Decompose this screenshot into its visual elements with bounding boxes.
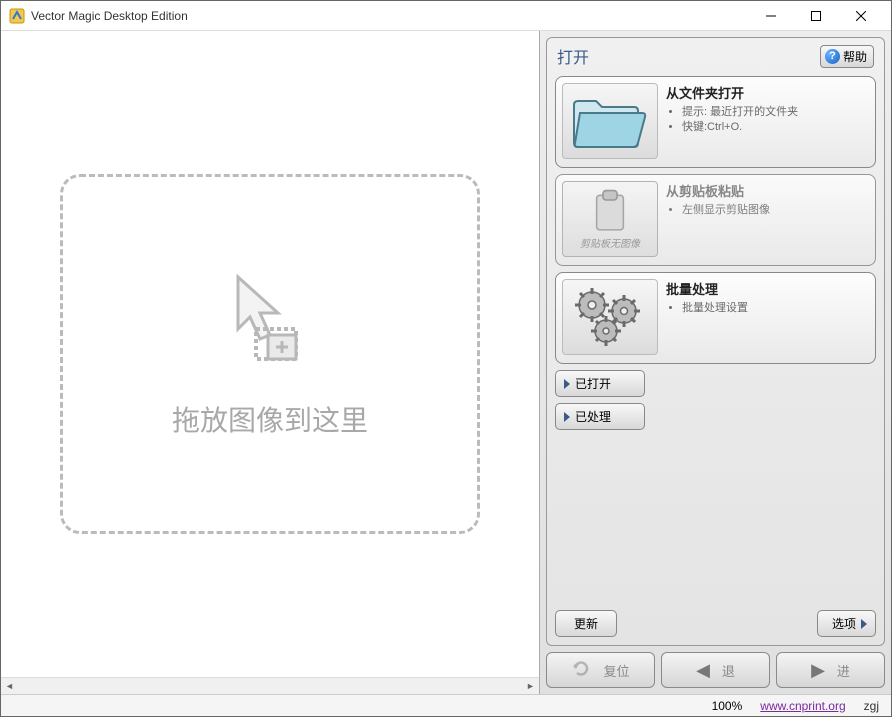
dropzone-label: 拖放图像到这里	[172, 399, 368, 439]
clipboard-icon: 剪贴板无图像	[562, 181, 658, 257]
help-icon: ?	[825, 49, 840, 64]
panel-title: 打开	[557, 44, 589, 68]
panel-footer: 更新 选项	[555, 608, 876, 637]
panel-header: 打开 ? 帮助	[555, 44, 876, 70]
status-link[interactable]: www.cnprint.org	[760, 699, 845, 713]
folder-icon	[562, 83, 658, 159]
triangle-right-icon: ▶	[811, 660, 825, 681]
chevron-right-icon	[564, 379, 570, 389]
horizontal-scrollbar[interactable]: ◄ ►	[1, 677, 539, 694]
opened-toggle[interactable]: 已打开	[555, 370, 645, 397]
clipboard-sub: 左侧显示剪贴图像	[682, 203, 869, 218]
batch-sub: 批量处理设置	[682, 301, 869, 316]
reset-button[interactable]: 复位	[546, 652, 655, 688]
folder-hint: 提示: 最近打开的文件夹	[682, 105, 869, 120]
opened-label: 已打开	[575, 375, 611, 392]
clipboard-title: 从剪贴板粘贴	[666, 181, 869, 200]
folder-title: 从文件夹打开	[666, 83, 869, 102]
batch-title: 批量处理	[666, 279, 869, 298]
back-button[interactable]: ◀ 退	[661, 652, 770, 688]
forward-label: 进	[837, 661, 850, 680]
options-label: 选项	[832, 615, 856, 632]
body: 拖放图像到这里 ◄ ► 打开 ? 帮助	[1, 31, 891, 694]
help-label: 帮助	[843, 48, 867, 65]
app-window: Vector Magic Desktop Edition 拖放图像到这里	[0, 0, 892, 717]
app-icon	[9, 8, 25, 24]
titlebar: Vector Magic Desktop Edition	[1, 1, 891, 31]
sidebar: 打开 ? 帮助 从文件夹打开	[540, 31, 891, 694]
minimize-button[interactable]	[748, 1, 793, 30]
maximize-button[interactable]	[793, 1, 838, 30]
main-area: 拖放图像到这里 ◄ ►	[1, 31, 540, 694]
statusbar: 100% www.cnprint.org zgj	[1, 694, 891, 716]
chevron-right-icon	[564, 412, 570, 422]
open-from-folder-card[interactable]: 从文件夹打开 提示: 最近打开的文件夹 快键:Ctrl+O.	[555, 76, 876, 168]
zoom-level: 100%	[712, 699, 743, 713]
clipboard-thumb-caption: 剪贴板无图像	[580, 235, 640, 250]
nav-row: 复位 ◀ 退 ▶ 进	[546, 652, 885, 688]
processed-label: 已处理	[575, 408, 611, 425]
window-controls	[748, 1, 883, 30]
main-content: 拖放图像到这里	[1, 31, 539, 677]
cursor-drop-icon	[220, 269, 320, 369]
clipboard-info: 从剪贴板粘贴 左侧显示剪贴图像	[666, 181, 869, 259]
scroll-left-icon[interactable]: ◄	[1, 678, 18, 695]
scroll-right-icon[interactable]: ►	[522, 678, 539, 695]
back-label: 退	[722, 661, 735, 680]
paste-from-clipboard-card[interactable]: 剪贴板无图像 从剪贴板粘贴 左侧显示剪贴图像	[555, 174, 876, 266]
gears-icon	[562, 279, 658, 355]
options-button[interactable]: 选项	[817, 610, 876, 637]
close-button[interactable]	[838, 1, 883, 30]
folder-shortcut: 快键:Ctrl+O.	[682, 120, 869, 135]
triangle-left-icon: ◀	[696, 660, 710, 681]
chevron-right-icon	[861, 619, 867, 629]
processed-toggle[interactable]: 已处理	[555, 403, 645, 430]
reset-label: 复位	[603, 661, 629, 680]
batch-info: 批量处理 批量处理设置	[666, 279, 869, 357]
help-button[interactable]: ? 帮助	[820, 45, 874, 68]
undo-icon	[571, 660, 591, 681]
dropzone[interactable]: 拖放图像到这里	[60, 174, 480, 534]
update-button[interactable]: 更新	[555, 610, 617, 637]
open-panel: 打开 ? 帮助 从文件夹打开	[546, 37, 885, 646]
folder-info: 从文件夹打开 提示: 最近打开的文件夹 快键:Ctrl+O.	[666, 83, 869, 161]
forward-button[interactable]: ▶ 进	[776, 652, 885, 688]
status-user: zgj	[864, 699, 879, 713]
window-title: Vector Magic Desktop Edition	[31, 9, 748, 23]
batch-process-card[interactable]: 批量处理 批量处理设置	[555, 272, 876, 364]
